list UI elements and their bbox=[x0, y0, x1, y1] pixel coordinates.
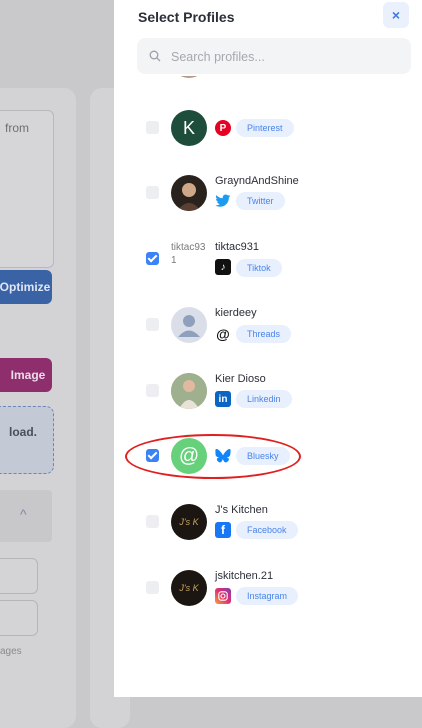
textarea-text: from bbox=[5, 121, 29, 135]
avatar bbox=[171, 175, 207, 211]
background-input[interactable] bbox=[0, 558, 38, 594]
upload-text: load. bbox=[9, 425, 38, 439]
twitter-icon bbox=[215, 193, 231, 209]
platform-badge: Linkedin bbox=[236, 390, 292, 408]
collapse-section[interactable]: ^ bbox=[0, 490, 52, 542]
profile-row-linkedin[interactable]: Kier Dioso in Linkedin bbox=[114, 373, 422, 433]
profile-name: jskitchen.21 bbox=[215, 570, 274, 582]
profile-name: kierdeey bbox=[215, 307, 257, 319]
optimize-button[interactable]: Optimize bbox=[0, 270, 52, 304]
platform-badge: Pinterest bbox=[236, 119, 294, 137]
close-icon: × bbox=[391, 7, 401, 23]
instagram-icon bbox=[215, 588, 231, 604]
platform-badge: Bluesky bbox=[236, 447, 290, 465]
close-button[interactable]: × bbox=[383, 2, 409, 28]
profile-checkbox[interactable] bbox=[146, 121, 159, 134]
search-icon bbox=[149, 50, 161, 62]
bluesky-icon bbox=[215, 448, 231, 464]
profile-checkbox[interactable] bbox=[146, 318, 159, 331]
ages-text: ages bbox=[0, 646, 22, 657]
platform-badge: Tiktok bbox=[236, 259, 282, 277]
avatar: J's K bbox=[171, 504, 207, 540]
profile-checkbox[interactable] bbox=[146, 186, 159, 199]
profile-row-twitter[interactable]: GrayndAndShine Twitter bbox=[114, 175, 422, 235]
profiles-list[interactable]: K P Pinterest GrayndAndShine Twitter tik… bbox=[114, 76, 422, 697]
profile-row-bluesky[interactable]: @ Bluesky bbox=[114, 438, 422, 498]
platform-badge: Threads bbox=[236, 325, 292, 343]
avatar bbox=[171, 307, 207, 343]
linkedin-icon: in bbox=[215, 391, 231, 407]
profile-checkbox[interactable] bbox=[146, 449, 159, 462]
panel-title: Select Profiles bbox=[138, 9, 235, 25]
avatar-alt-text: tiktac931 bbox=[171, 242, 206, 266]
profile-name: J's Kitchen bbox=[215, 504, 268, 516]
tiktok-icon: ♪ bbox=[215, 259, 231, 275]
upload-dropzone[interactable]: load. bbox=[0, 406, 54, 474]
profile-row-threads[interactable]: kierdeey @ Threads bbox=[114, 307, 422, 367]
profile-name: GrayndAndShine bbox=[215, 175, 299, 187]
avatar: @ bbox=[171, 438, 207, 474]
profile-row-partial[interactable] bbox=[114, 76, 422, 100]
profile-checkbox[interactable] bbox=[146, 581, 159, 594]
profile-row-pinterest[interactable]: K P Pinterest bbox=[114, 110, 422, 170]
select-profiles-panel: Select Profiles × K P Pinterest GrayndAn… bbox=[114, 0, 422, 697]
avatar-broken-image: tiktac931 bbox=[171, 241, 207, 277]
search-box bbox=[137, 38, 411, 74]
profile-checkbox[interactable] bbox=[146, 252, 159, 265]
facebook-icon: f bbox=[215, 522, 231, 538]
profile-name: Kier Dioso bbox=[215, 373, 266, 385]
platform-badge: Facebook bbox=[236, 521, 298, 539]
platform-badge: Instagram bbox=[236, 587, 299, 605]
threads-icon: @ bbox=[216, 326, 230, 342]
image-button[interactable]: Image bbox=[0, 358, 52, 392]
profile-checkbox[interactable] bbox=[146, 384, 159, 397]
avatar: K bbox=[171, 110, 207, 146]
profile-row-facebook[interactable]: J's K J's Kitchen f Facebook bbox=[114, 504, 422, 564]
profile-row-instagram[interactable]: J's K jskitchen.21 Instagram bbox=[114, 570, 422, 630]
pinterest-icon: P bbox=[215, 120, 231, 136]
background-input-secondary[interactable] bbox=[0, 600, 38, 636]
chevron-up-icon: ^ bbox=[20, 506, 27, 522]
search-input[interactable] bbox=[169, 46, 403, 68]
profile-checkbox[interactable] bbox=[146, 515, 159, 528]
profile-row-tiktok[interactable]: tiktac931 tiktac931 ♪ Tiktok bbox=[114, 241, 422, 301]
avatar bbox=[171, 76, 207, 78]
avatar bbox=[171, 373, 207, 409]
platform-badge: Twitter bbox=[236, 192, 285, 210]
profile-name: tiktac931 bbox=[215, 241, 260, 253]
avatar: J's K bbox=[171, 570, 207, 606]
post-textarea[interactable]: from bbox=[0, 110, 54, 268]
